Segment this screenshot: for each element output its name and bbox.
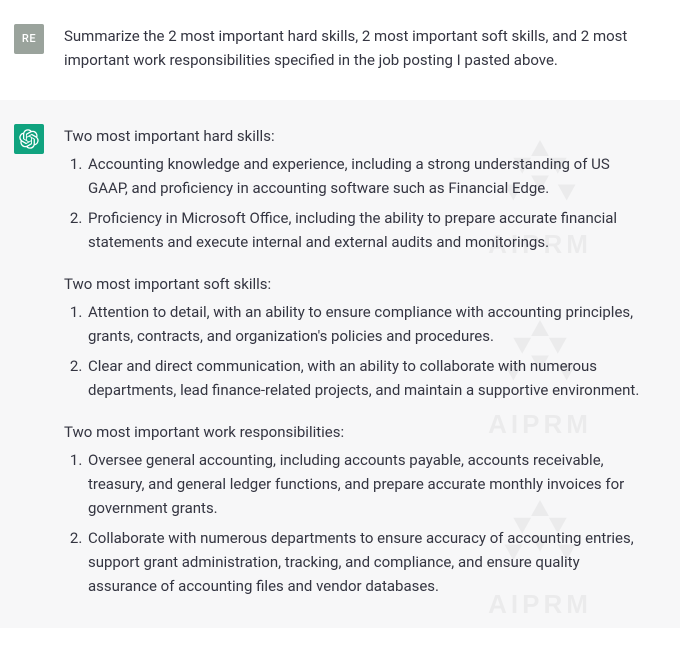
assistant-turn: AIPRM AIPRM AIPRM <box>0 100 680 628</box>
assistant-message: Two most important hard skills: Accounti… <box>64 124 660 604</box>
user-message-text: Summarize the 2 most important hard skil… <box>64 24 650 72</box>
soft-skills-heading: Two most important soft skills: <box>64 272 650 296</box>
list-item: Oversee general accounting, including ac… <box>86 448 650 520</box>
soft-skills-list: Attention to detail, with an ability to … <box>64 300 650 402</box>
hard-skills-heading: Two most important hard skills: <box>64 124 650 148</box>
user-turn: RE Summarize the 2 most important hard s… <box>0 0 680 100</box>
openai-logo-icon <box>19 129 39 149</box>
list-item: Accounting knowledge and experience, inc… <box>86 152 650 200</box>
list-item: Proficiency in Microsoft Office, includi… <box>86 206 650 254</box>
responsibilities-list: Oversee general accounting, including ac… <box>64 448 650 598</box>
list-item: Attention to detail, with an ability to … <box>86 300 650 348</box>
responsibilities-heading: Two most important work responsibilities… <box>64 420 650 444</box>
user-message: Summarize the 2 most important hard skil… <box>64 24 660 76</box>
assistant-avatar <box>14 124 44 154</box>
hard-skills-list: Accounting knowledge and experience, inc… <box>64 152 650 254</box>
user-avatar: RE <box>14 24 44 54</box>
user-avatar-initials: RE <box>22 30 36 48</box>
list-item: Collaborate with numerous departments to… <box>86 526 650 598</box>
list-item: Clear and direct communication, with an … <box>86 354 650 402</box>
